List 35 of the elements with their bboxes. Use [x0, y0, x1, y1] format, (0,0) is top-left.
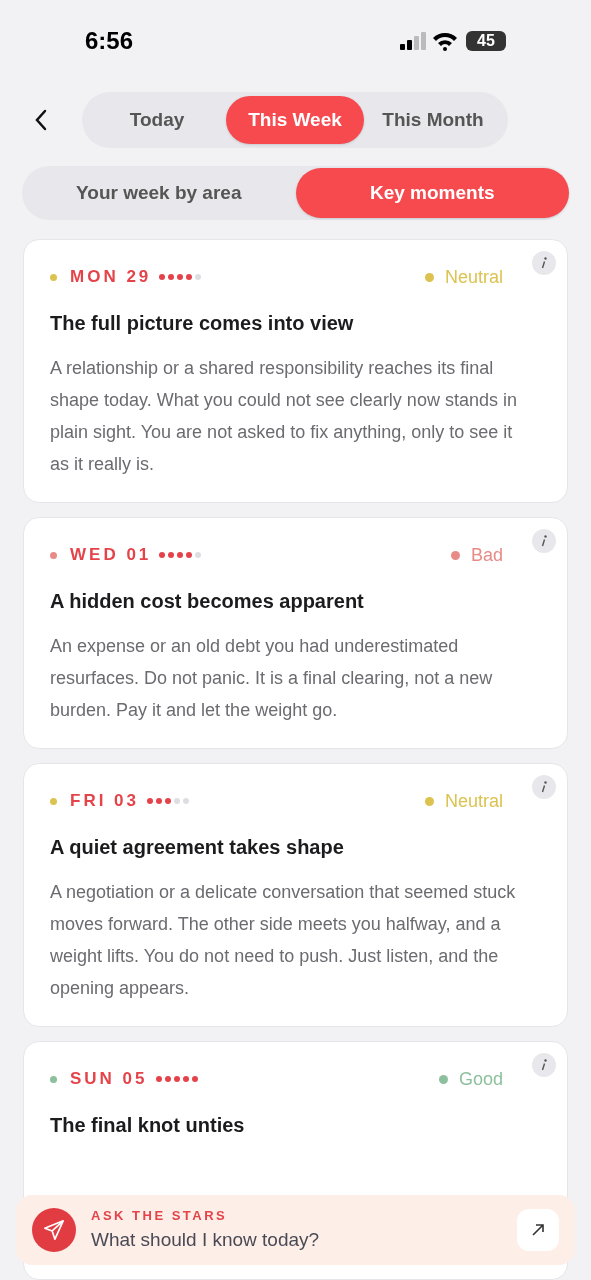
moment-date: SUN 05	[70, 1068, 148, 1091]
ask-label: ASK THE STARS	[91, 1207, 229, 1225]
moment-description: An expense or an old debt you had underestimated resurfaces. Do not panic. It is a final clearing, not a new burden. Pay it and let the weight go.	[50, 635, 494, 722]
back-chevron-icon	[34, 109, 48, 131]
period-tab[interactable]: This Week	[226, 96, 364, 144]
send-icon	[32, 1208, 76, 1252]
moment-title: A hidden cost becomes apparent	[50, 589, 365, 614]
period-tab[interactable]: This Month	[364, 96, 502, 144]
moment-title: A quiet agreement takes shape	[50, 835, 345, 860]
view-tab[interactable]: Your week by area	[22, 168, 296, 218]
info-icon[interactable]	[532, 1053, 556, 1077]
view-tab[interactable]: Key moments	[295, 168, 569, 218]
wifi-icon	[432, 31, 458, 51]
period-tab[interactable]: Today	[88, 96, 226, 144]
battery-indicator: 45	[466, 31, 506, 51]
ask-bar[interactable]: ASK THE STARS What should I know today?	[16, 1195, 575, 1265]
mood-label: Good	[458, 1067, 503, 1091]
open-button[interactable]	[517, 1209, 559, 1251]
mood-label: Bad	[470, 543, 503, 567]
moment-description: A negotiation or a delicate conversation that seemed stuck moves forward. The other side meets you halfway, and a weight lifts. You do not need to push. Just listen, and the opening appears.	[50, 881, 517, 1000]
moment-title: The full picture comes into view	[50, 311, 355, 336]
moment-date: WED 01	[70, 544, 152, 567]
moment-title: The final knot unties	[50, 1113, 246, 1138]
moment-date: MON 29	[70, 266, 152, 289]
info-icon[interactable]	[532, 529, 556, 553]
signal-icon	[398, 31, 428, 51]
moment-description: A relationship or a shared responsibility reaches its final shape today. What you could not see clearly now stands in plain sight. You are not asked to fix anything, only to see it as it really is.	[50, 357, 518, 476]
info-icon[interactable]	[532, 775, 556, 799]
mood-label: Neutral	[444, 265, 503, 289]
ask-prompt: What should I know today?	[91, 1227, 321, 1252]
mood-label: Neutral	[444, 789, 503, 813]
moment-date: FRI 03	[70, 790, 140, 813]
info-icon[interactable]	[532, 251, 556, 275]
arrow-up-right-icon	[531, 1223, 545, 1237]
status-time: 6:56	[85, 26, 134, 56]
